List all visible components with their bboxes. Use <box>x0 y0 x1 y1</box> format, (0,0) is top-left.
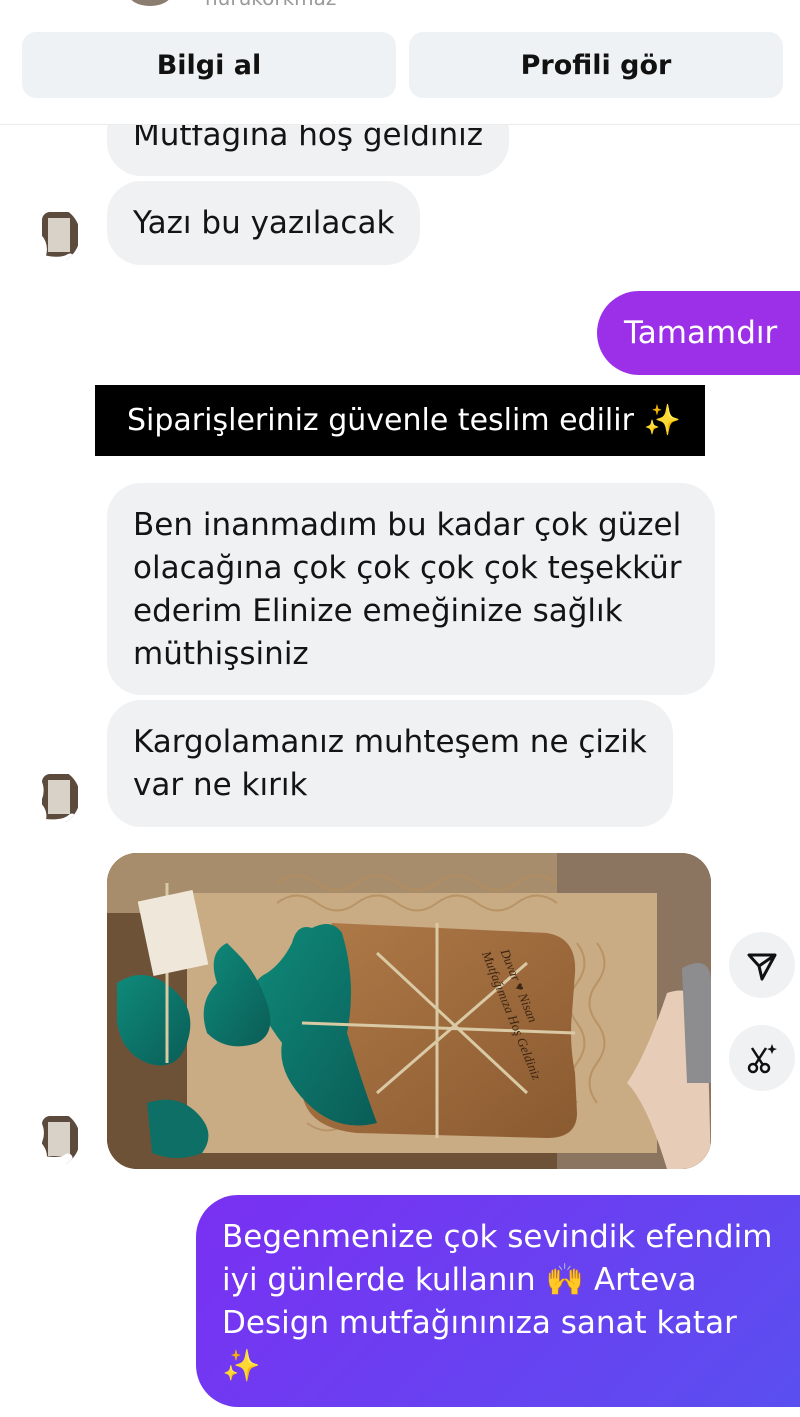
message-line: müthişsiniz <box>133 636 309 672</box>
sender-avatar[interactable] <box>22 768 80 826</box>
header-username[interactable]: nurukorkmaz <box>205 0 336 10</box>
incoming-message[interactable]: Kargolamanız muhteşem ne çizik var ne kı… <box>107 700 673 827</box>
message-text: Yazı bu yazılacak <box>133 204 395 241</box>
share-button[interactable] <box>729 932 795 998</box>
message-text: Tamamdır <box>624 315 778 351</box>
outgoing-message[interactable]: Tamamdır <box>597 291 800 375</box>
scribble-overlay-icon <box>22 209 75 264</box>
incoming-message[interactable]: Yazı bu yazılacak <box>107 181 421 265</box>
photo-message[interactable]: Duvar ♥ Nisan Mutfağımıza Hoş Geldiniz <box>107 853 711 1169</box>
overlay-banner: Siparişleriniz güvenle teslim edilir ✨ <box>95 385 705 456</box>
message-line: Begenmenize çok sevindik efendim <box>222 1219 773 1255</box>
sender-avatar[interactable] <box>22 206 80 264</box>
header-avatar[interactable] <box>128 0 172 6</box>
message-line: Design mutfağınınıza sanat katar <box>222 1305 737 1341</box>
chat-header: nurukorkmaz Bilgi al Profili gör <box>0 0 800 125</box>
banner-text: Siparişleriniz güvenle teslim edilir ✨ <box>127 403 681 438</box>
message-line: var ne kırık <box>133 767 308 803</box>
product-photo: Duvar ♥ Nisan Mutfağımıza Hoş Geldiniz <box>107 853 711 1169</box>
magic-edit-icon <box>747 1044 777 1074</box>
magic-edit-button[interactable] <box>729 1025 795 1091</box>
incoming-message[interactable]: Ben inanmadım bu kadar çok güzel olacağı… <box>107 483 715 695</box>
outgoing-message[interactable]: Begenmenize çok sevindik efendim iyi gün… <box>196 1195 800 1407</box>
message-line: ederim Elinize emeğinize sağlık <box>133 593 623 629</box>
view-profile-button[interactable]: Profili gör <box>409 32 783 98</box>
info-button[interactable]: Bilgi al <box>22 32 396 98</box>
scribble-overlay-icon <box>22 771 77 826</box>
share-icon <box>747 953 777 981</box>
message-line: olacağına çok çok çok çok teşekkür <box>133 550 682 586</box>
message-line: ✨ <box>222 1348 261 1384</box>
message-line: Kargolamanız muhteşem ne çizik <box>133 724 647 760</box>
message-line: Ben inanmadım bu kadar çok güzel <box>133 507 682 543</box>
scribble-overlay-icon <box>22 1115 73 1168</box>
sender-avatar[interactable] <box>22 1110 80 1168</box>
message-line: iyi günlerde kullanın 🙌 Arteva <box>222 1262 697 1298</box>
